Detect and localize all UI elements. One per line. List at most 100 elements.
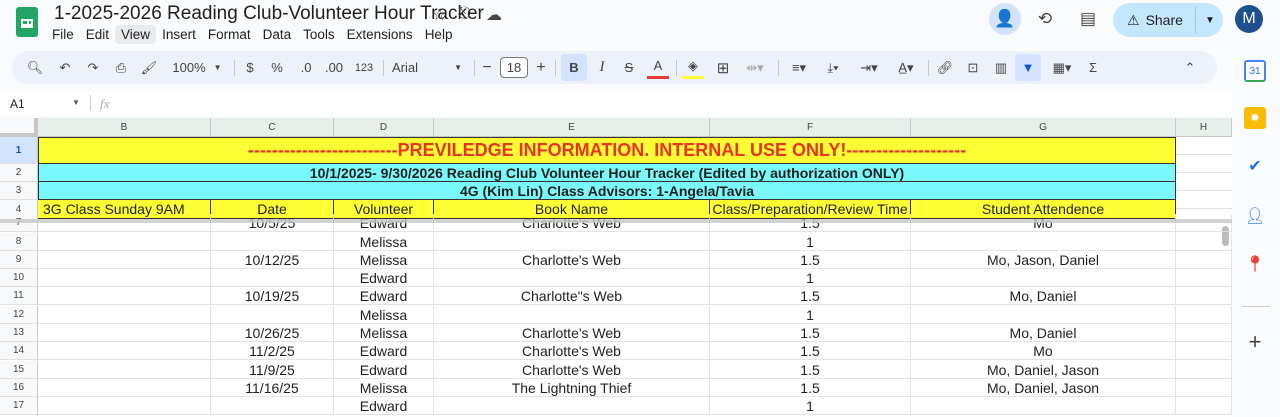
filter-icon[interactable]: ▼ (1015, 54, 1041, 81)
cell-book[interactable]: Charlotte"s Web (434, 287, 710, 305)
menu-insert[interactable]: Insert (156, 25, 202, 44)
insert-comment-icon[interactable]: ⊡ (962, 51, 984, 84)
percent-button[interactable]: % (268, 51, 286, 84)
cell-h[interactable] (1176, 269, 1232, 287)
row-header[interactable]: 13 (0, 324, 38, 342)
merge-cells-icon[interactable]: ⇹▾ (740, 51, 770, 84)
row-header[interactable]: 11 (0, 287, 38, 305)
cell-date[interactable] (211, 306, 334, 324)
share-button[interactable]: ⚠ Share ▼ (1113, 3, 1223, 37)
cell-b[interactable] (38, 306, 211, 324)
row-header[interactable]: 7 (0, 214, 38, 232)
cell-b[interactable] (38, 287, 211, 305)
cell-date[interactable]: 10/5/25 (211, 214, 334, 232)
column-header-b[interactable]: B (38, 118, 211, 137)
comments-button[interactable]: ▤ (1072, 3, 1104, 35)
cell-book[interactable]: Charlotte's Web (434, 214, 710, 232)
name-box[interactable]: A1 (10, 97, 25, 111)
cell-volunteer[interactable]: Melissa (334, 233, 434, 251)
cell-attendance[interactable]: Mo (911, 342, 1176, 360)
borders-icon[interactable]: ⊞ (712, 51, 734, 84)
currency-button[interactable]: $ (242, 51, 258, 84)
row-header[interactable]: 12 (0, 306, 38, 324)
menu-tools[interactable]: Tools (297, 25, 341, 44)
spreadsheet-grid[interactable]: -------------------------PREVILEDGE INFO… (0, 118, 1232, 417)
column-header-d[interactable]: D (334, 118, 434, 137)
menu-edit[interactable]: Edit (80, 25, 115, 44)
font-select[interactable]: Arial ▼ (392, 51, 462, 84)
increase-decimal-button[interactable]: .00 (322, 51, 346, 84)
cell-date[interactable]: 11/9/25 (211, 361, 334, 379)
select-all-corner[interactable] (0, 118, 38, 137)
cell-volunteer[interactable]: Edward (334, 214, 434, 232)
column-header-g[interactable]: G (911, 118, 1176, 137)
text-wrapping-icon[interactable]: ⇥▾ (852, 51, 886, 84)
row-header[interactable]: 9 (0, 251, 38, 269)
cell-time[interactable]: 1 (710, 397, 911, 415)
text-rotation-icon[interactable]: A̲▾ (890, 51, 922, 84)
banner-privilege[interactable]: -------------------------PREVILEDGE INFO… (38, 137, 1176, 164)
column-header-e[interactable]: E (434, 118, 710, 137)
menu-extensions[interactable]: Extensions (341, 25, 419, 44)
cell-volunteer[interactable]: Edward (334, 397, 434, 415)
cell-book[interactable] (434, 397, 710, 415)
collapse-toolbar-icon[interactable]: ⌃ (1180, 51, 1200, 84)
cell-time[interactable]: 1.5 (710, 287, 911, 305)
undo-icon[interactable]: ↶ (54, 51, 76, 84)
cell-book[interactable]: Charlotte's Web (434, 361, 710, 379)
cell-book[interactable]: The Lightning Thief (434, 379, 710, 397)
keep-icon[interactable]: ● (1244, 107, 1266, 129)
cell-time[interactable]: 1 (710, 306, 911, 324)
font-size-input[interactable]: 18 (499, 51, 529, 84)
cell-h[interactable] (1176, 306, 1232, 324)
cell-b[interactable] (38, 269, 211, 287)
horizontal-align-icon[interactable]: ≡▾ (784, 51, 814, 84)
cell-attendance[interactable]: Mo (911, 214, 1176, 232)
cell-volunteer[interactable]: Edward (334, 269, 434, 287)
text-color-button[interactable]: A (647, 55, 669, 79)
cell-attendance[interactable] (911, 397, 1176, 415)
fill-color-icon[interactable]: ◈ (682, 55, 704, 79)
cell-book[interactable]: Charlotte's Web (434, 251, 710, 269)
cell-book[interactable] (434, 306, 710, 324)
share-dropdown-icon[interactable]: ▼ (1205, 15, 1215, 26)
increase-font-size-button[interactable]: + (533, 51, 549, 84)
contacts-icon[interactable]: 👤︎ (1244, 205, 1266, 227)
paint-format-icon[interactable]: 🖌︎ (138, 51, 160, 84)
cell-time[interactable]: 1.5 (710, 342, 911, 360)
cell-time[interactable]: 1 (710, 233, 911, 251)
cell-volunteer[interactable]: Edward (334, 361, 434, 379)
cell-b[interactable] (38, 251, 211, 269)
row-header[interactable]: 16 (0, 379, 38, 397)
cell-date[interactable]: 11/2/25 (211, 342, 334, 360)
cell-date[interactable]: 10/26/25 (211, 324, 334, 342)
cell-attendance[interactable] (911, 306, 1176, 324)
cell-b[interactable] (38, 233, 211, 251)
meet-button[interactable]: 👤 (989, 3, 1021, 35)
sheets-logo[interactable] (16, 7, 38, 37)
menu-file[interactable]: File (46, 25, 80, 44)
cell-attendance[interactable]: Mo, Jason, Daniel (911, 251, 1176, 269)
star-icon[interactable]: ☆ (432, 5, 446, 25)
italic-button[interactable]: I (592, 51, 612, 84)
cell-time[interactable]: 1.5 (710, 361, 911, 379)
cell-date[interactable]: 11/16/25 (211, 379, 334, 397)
cell-b[interactable] (38, 379, 211, 397)
cell-time[interactable]: 1.5 (710, 324, 911, 342)
cell-b[interactable] (38, 397, 211, 415)
name-box-dropdown-icon[interactable]: ▼ (72, 98, 80, 107)
maps-icon[interactable]: 📍︎ (1244, 253, 1266, 275)
redo-icon[interactable]: ↷ (82, 51, 104, 84)
cell-b[interactable] (38, 214, 211, 232)
bold-button[interactable]: B (561, 54, 587, 81)
cell-time[interactable]: 1 (710, 269, 911, 287)
cell-h[interactable] (1176, 379, 1232, 397)
row-header[interactable]: 10 (0, 269, 38, 287)
decrease-decimal-button[interactable]: .0 (295, 51, 317, 84)
cell-h[interactable] (1176, 397, 1232, 415)
row-header[interactable]: 2 (0, 164, 38, 182)
cell-b[interactable] (38, 342, 211, 360)
cell-h[interactable] (1176, 324, 1232, 342)
cell-attendance[interactable]: Mo, Daniel, Jason (911, 379, 1176, 397)
cell-h[interactable] (1176, 287, 1232, 305)
